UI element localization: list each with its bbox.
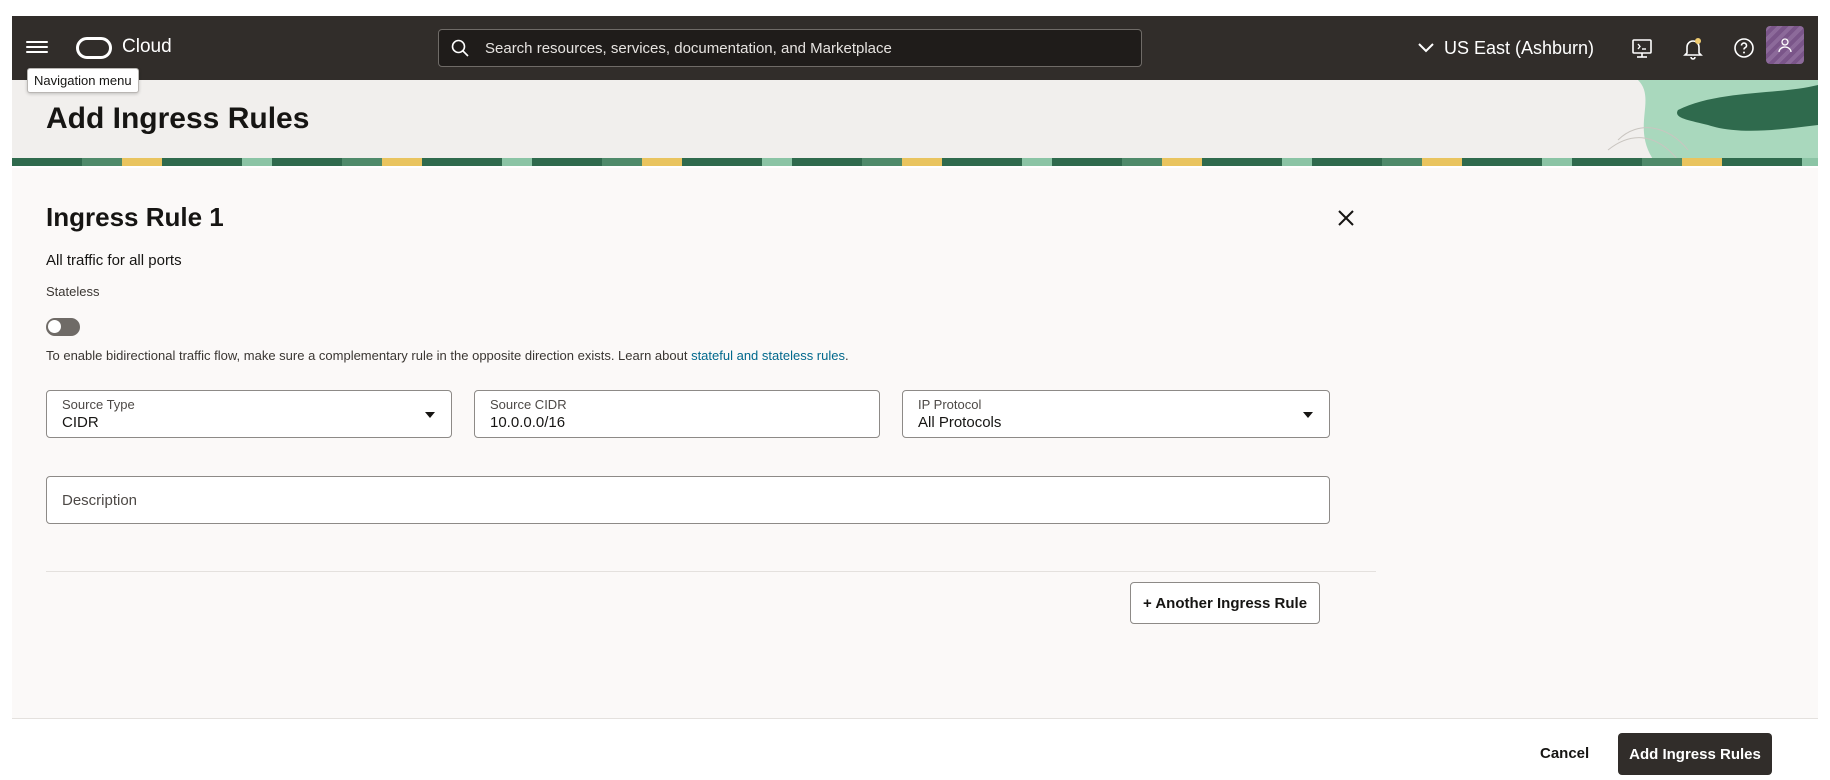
notifications-icon[interactable]: [1681, 36, 1705, 60]
ingress-rule-form: Ingress Rule 1 All traffic for all ports…: [12, 168, 1818, 718]
help-icon[interactable]: [1732, 36, 1756, 60]
help-text-prefix: To enable bidirectional traffic flow, ma…: [46, 348, 692, 363]
divider: [46, 571, 1376, 572]
source-cidr-field[interactable]: Source CIDR 10.0.0.0/16: [474, 390, 880, 438]
ip-protocol-value: All Protocols: [918, 414, 1002, 431]
region-selector[interactable]: US East (Ashburn): [1418, 34, 1594, 62]
stateless-help-text: To enable bidirectional traffic flow, ma…: [46, 348, 849, 363]
source-type-value: CIDR: [62, 414, 99, 431]
profile-avatar[interactable]: [1766, 26, 1804, 64]
stateful-stateless-link[interactable]: stateful and stateless rules: [691, 348, 845, 363]
header-illustration: [1607, 80, 1818, 166]
ip-protocol-select[interactable]: IP Protocol All Protocols: [902, 390, 1330, 438]
rule-summary: All traffic for all ports: [46, 252, 182, 269]
ip-protocol-label: IP Protocol: [918, 397, 982, 412]
stateless-label: Stateless: [46, 284, 100, 299]
search-input[interactable]: [485, 30, 1125, 66]
search-icon: [451, 39, 469, 57]
page-title: Add Ingress Rules: [46, 102, 310, 135]
top-bar: Cloud US East (Ashburn): [12, 16, 1818, 80]
search-bar[interactable]: [438, 29, 1142, 67]
stateless-toggle[interactable]: [46, 318, 80, 336]
caret-down-icon: [425, 412, 435, 418]
navigation-menu-tooltip: Navigation menu: [27, 68, 139, 93]
page-header: Add Ingress Rules: [12, 80, 1818, 166]
cancel-button[interactable]: Cancel: [1528, 733, 1601, 773]
rule-title: Ingress Rule 1: [46, 202, 224, 232]
oracle-logo-icon[interactable]: [76, 37, 112, 59]
toggle-knob: [48, 320, 61, 333]
source-type-label: Source Type: [62, 397, 135, 412]
close-icon[interactable]: [1336, 208, 1356, 228]
profile-icon: [1778, 38, 1792, 53]
source-cidr-label: Source CIDR: [490, 397, 567, 412]
chevron-down-icon: [1418, 43, 1434, 53]
menu-icon[interactable]: [26, 38, 48, 58]
source-type-select[interactable]: Source Type CIDR: [46, 390, 452, 438]
help-text-suffix: .: [844, 348, 849, 363]
header-decorative-strip: [12, 158, 1818, 166]
add-ingress-rules-button[interactable]: Add Ingress Rules: [1618, 733, 1772, 775]
brand-label[interactable]: Cloud: [122, 36, 172, 58]
caret-down-icon: [1303, 412, 1313, 418]
description-field[interactable]: Description: [46, 476, 1330, 524]
console-window: Cloud US East (Ashburn): [12, 16, 1818, 780]
description-placeholder: Description: [62, 492, 138, 509]
another-ingress-rule-button[interactable]: + Another Ingress Rule: [1130, 582, 1320, 624]
region-label: US East (Ashburn): [1444, 37, 1595, 58]
cloud-shell-icon[interactable]: [1630, 36, 1654, 60]
footer-actions: Cancel Add Ingress Rules: [12, 718, 1818, 780]
source-cidr-value: 10.0.0.0/16: [490, 414, 566, 431]
